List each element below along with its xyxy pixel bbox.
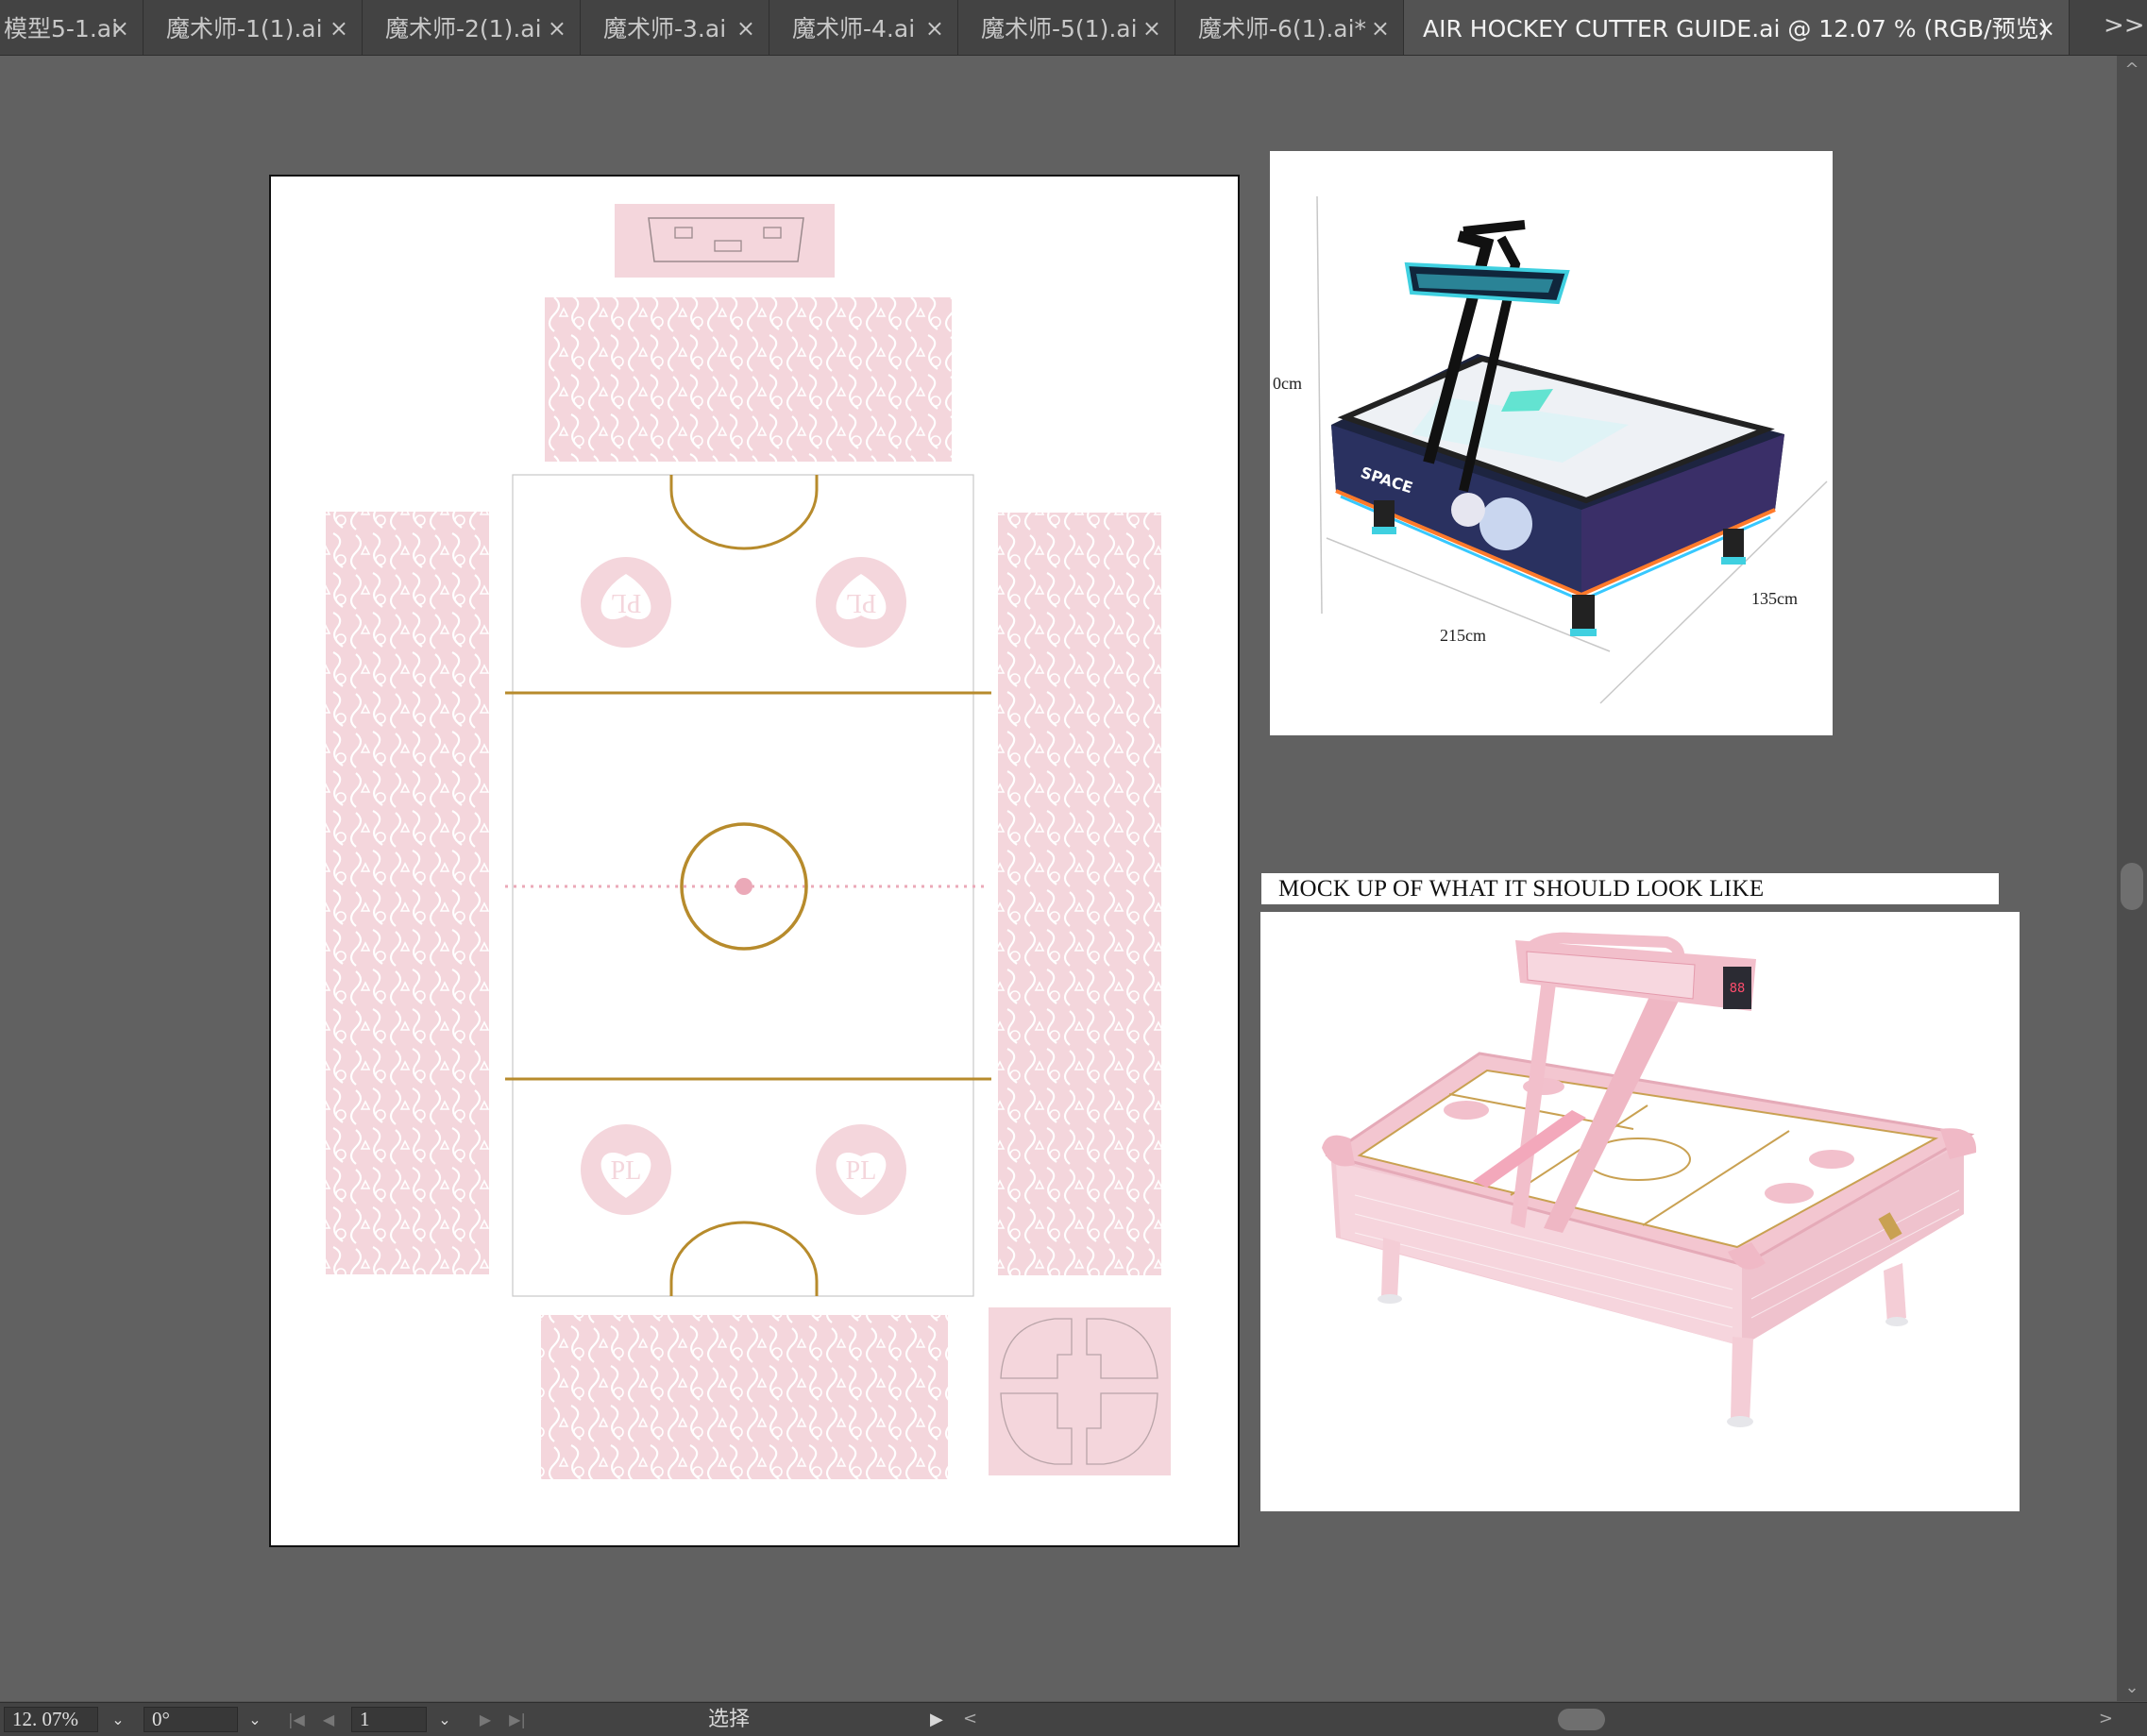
width-dimension-label: 215cm [1440, 626, 1486, 645]
scroll-down-icon[interactable]: ⌄ [2117, 1677, 2147, 1697]
scoreboard-panel [615, 204, 835, 278]
pink-table-drawing: 88 [1322, 932, 1977, 1427]
scroll-thumb[interactable] [2121, 863, 2143, 910]
tab-magician-4[interactable]: 魔术师-4.ai × [769, 0, 958, 55]
score-display-text: 88 [1730, 982, 1746, 996]
svg-text:PL: PL [611, 1156, 642, 1186]
right-side-panel [998, 513, 1161, 1275]
tab-magician-3[interactable]: 魔术师-3.ai × [581, 0, 769, 55]
tab-overflow-button[interactable]: >> [2104, 11, 2145, 40]
reference-table-drawing: 0cm 215cm 135cm SPACE [1273, 195, 1828, 704]
left-side-panel [326, 512, 489, 1274]
mockup-caption: MOCK UP OF WHAT IT SHOULD LOOK LIKE [1261, 873, 1999, 904]
svg-text:PL: PL [611, 588, 642, 617]
next-artboard-icon[interactable]: ▶ [472, 1707, 499, 1732]
tab-label: 魔术师-6(1).ai* [1198, 15, 1367, 42]
status-menu-play-icon[interactable]: ▶ [930, 1707, 943, 1732]
close-icon[interactable]: × [110, 15, 129, 42]
scroll-left-icon[interactable]: < [963, 1709, 977, 1728]
tab-magician-5[interactable]: 魔术师-5(1).ai × [958, 0, 1175, 55]
tab-label: 魔术师-1(1).ai [166, 15, 323, 42]
status-bar: 12. 07% ⌄ 0° ⌄ |◀ ◀ 1 ⌄ ▶ ▶| 选择 ▶ < > [0, 1702, 2147, 1736]
current-tool-label: 选择 [708, 1708, 751, 1731]
tab-label: 魔术师-4.ai [792, 15, 916, 42]
first-artboard-icon[interactable]: |◀ [283, 1707, 310, 1732]
cutter-guide-drawing: PL PL PL PL [326, 204, 1171, 1479]
scroll-thumb[interactable] [1558, 1709, 1605, 1730]
bottom-end-panel [541, 1315, 948, 1479]
tab-magician-1[interactable]: 魔术师-1(1).ai × [144, 0, 363, 55]
playing-field: PL PL PL PL [505, 474, 991, 1297]
artboard-dropdown-icon[interactable]: ⌄ [431, 1707, 459, 1732]
tab-label: AIR HOCKEY CUTTER GUIDE.ai @ 12.07 % (RG… [1423, 15, 2049, 42]
reference-product-photo[interactable]: 0cm 215cm 135cm SPACE [1270, 151, 1833, 735]
tab-magician-2[interactable]: 魔术师-2(1).ai × [363, 0, 581, 55]
close-icon[interactable]: × [548, 15, 566, 42]
zoom-field[interactable]: 12. 07% [4, 1707, 98, 1732]
close-icon[interactable]: × [330, 15, 348, 42]
tab-label: 模型5-1.ai [4, 15, 119, 42]
previous-artboard-icon[interactable]: ◀ [315, 1707, 342, 1732]
close-icon[interactable]: × [1371, 15, 1390, 42]
artboard-number-field[interactable]: 1 [351, 1707, 427, 1732]
vertical-scrollbar[interactable]: ^ ⌄ [2117, 56, 2147, 1701]
tab-label: 魔术师-3.ai [603, 15, 727, 42]
document-tab-bar: 模型5-1.ai × 魔术师-1(1).ai × 魔术师-2(1).ai × 魔… [0, 0, 2147, 56]
close-icon[interactable]: × [925, 15, 944, 42]
close-icon[interactable]: × [736, 15, 755, 42]
artboard[interactable]: PL PL PL PL [269, 175, 1240, 1547]
depth-dimension-label: 135cm [1751, 589, 1798, 608]
horizontal-scrollbar[interactable]: < > [954, 1709, 2122, 1730]
tab-magician-6[interactable]: 魔术师-6(1).ai* × [1175, 0, 1404, 55]
rotation-dropdown-icon[interactable]: ⌄ [241, 1707, 269, 1732]
zoom-dropdown-icon[interactable]: ⌄ [104, 1707, 132, 1732]
last-artboard-icon[interactable]: ▶| [504, 1707, 531, 1732]
corner-caps-panel [989, 1307, 1171, 1475]
height-dimension-label: 0cm [1273, 374, 1302, 393]
mockup-render-image[interactable]: 88 [1260, 912, 2020, 1511]
tab-label: 魔术师-5(1).ai [981, 15, 1138, 42]
close-icon[interactable]: × [2037, 15, 2055, 42]
scroll-up-icon[interactable]: ^ [2117, 59, 2147, 79]
close-icon[interactable]: × [1142, 15, 1161, 42]
svg-text:PL: PL [846, 588, 877, 617]
tab-label: 魔术师-2(1).ai [385, 15, 542, 42]
top-end-panel [545, 297, 952, 462]
tab-air-hockey-cutter-guide[interactable]: AIR HOCKEY CUTTER GUIDE.ai @ 12.07 % (RG… [1404, 0, 2070, 55]
rotation-field[interactable]: 0° [144, 1707, 238, 1732]
tab-model-5-1[interactable]: 模型5-1.ai × [0, 0, 144, 55]
scroll-right-icon[interactable]: > [2099, 1709, 2113, 1728]
svg-text:PL: PL [846, 1156, 877, 1186]
